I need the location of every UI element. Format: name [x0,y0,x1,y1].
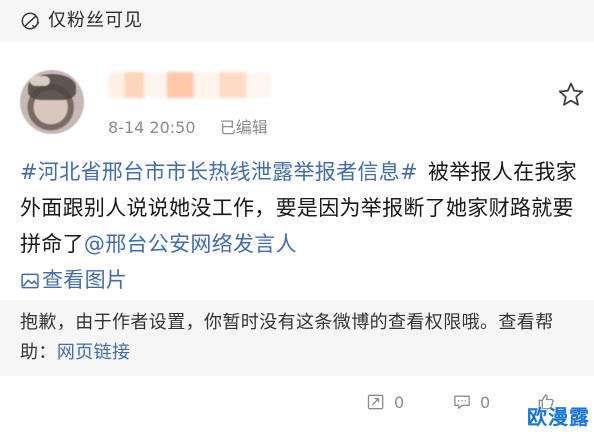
author-name-blurred[interactable] [108,72,272,98]
web-link[interactable]: 网页链接 [57,342,131,363]
repost-icon [367,394,384,410]
author-avatar[interactable] [20,70,84,134]
post-card: 8-14 20:50 已编辑 #河北省邢台市市长热线泄露举报者信息# 被举报人在我… [0,42,594,434]
avatar-badge [30,76,50,86]
repost-count: 0 [394,392,405,412]
image-icon [21,273,39,288]
visibility-bar: 仅粉丝可见 [0,0,594,42]
post-content: #河北省邢台市市长热线泄露举报者信息# 被举报人在我家外面跟别人说说她没工作，要是… [20,154,580,302]
favorite-star-icon[interactable] [556,80,586,110]
comment-icon [454,395,470,409]
post-actions: 0 0 [0,376,594,434]
post-time: 8-14 20:50 [108,118,196,137]
view-image-label: 查看图片 [42,268,128,292]
edited-label: 已编辑 [219,118,268,137]
post-meta: 8-14 20:50 已编辑 [108,118,268,138]
repost-button[interactable]: 0 [366,390,404,414]
hashtag-link[interactable]: #河北省邢台市市长热线泄露举报者信息# [20,160,418,184]
watermark-text: 欧漫露 [527,405,590,429]
comment-count: 0 [480,392,491,412]
mention-link[interactable]: @邢台公安网络发言人 [84,232,297,256]
lock-icon [21,12,40,30]
visibility-text: 仅粉丝可见 [48,10,143,31]
view-image-link[interactable]: 查看图片 [20,262,127,298]
permission-notice: 抱歉，由于作者设置，你暂时没有这条微博的查看权限哦。查看帮助：网页链接 [0,300,594,376]
comment-button[interactable]: 0 [452,390,490,414]
